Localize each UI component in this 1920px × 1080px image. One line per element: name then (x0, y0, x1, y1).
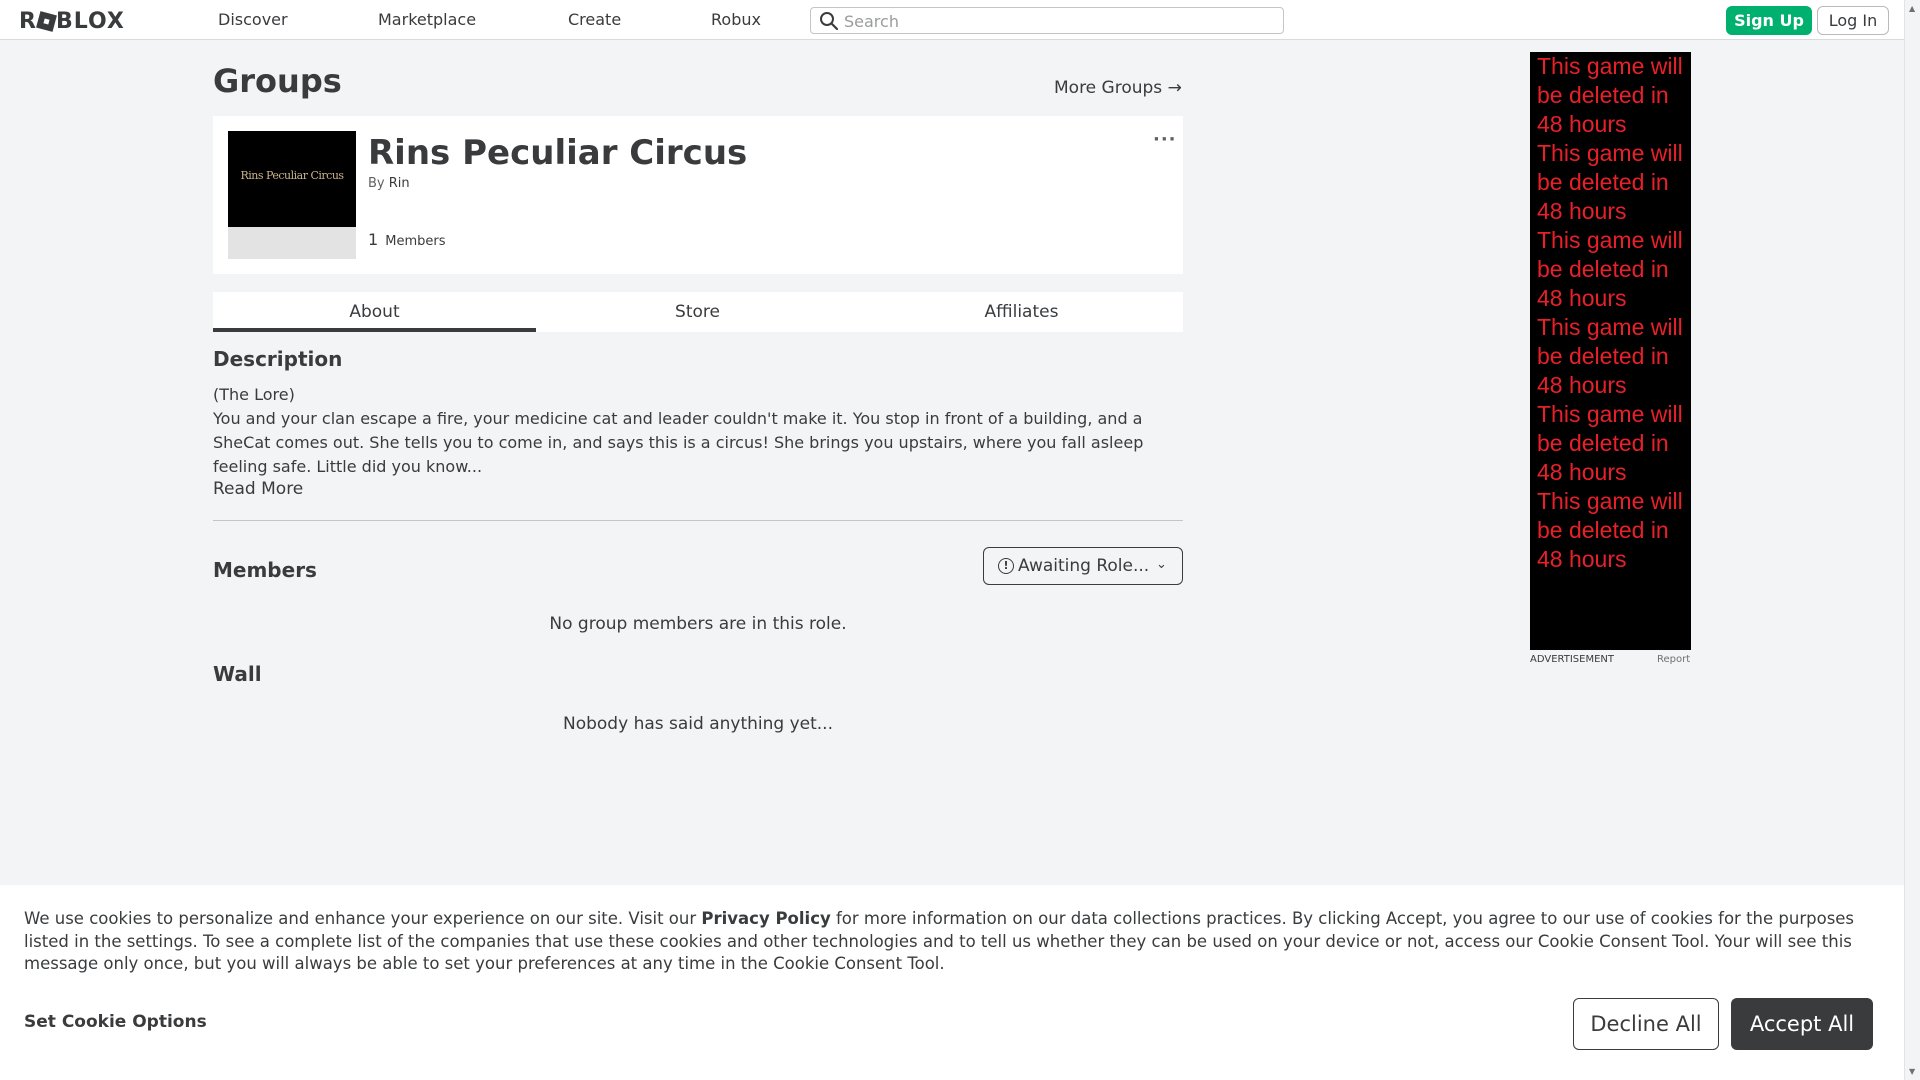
role-select-dropdown[interactable]: ! Awaiting Role... ⌄ (983, 547, 1183, 585)
ad-text-line: 48 hours (1537, 459, 1627, 485)
member-count-label: Members (385, 234, 446, 249)
decline-all-button[interactable]: Decline All (1573, 998, 1719, 1050)
nav-create-link[interactable]: Create (568, 10, 621, 29)
wall-empty-message: Nobody has said anything yet... (563, 714, 833, 734)
ad-text-line: be deleted in (1537, 430, 1669, 456)
ad-text-block: This game will be deleted in 48 hours (1537, 487, 1687, 574)
group-owner-link[interactable]: Rin (389, 176, 410, 191)
ad-text-line: This game will (1537, 488, 1683, 514)
tab-about[interactable]: About (213, 292, 536, 332)
member-count-number: 1 (368, 230, 379, 249)
page-scrollbar[interactable]: ▲ ▼ (1904, 0, 1920, 1080)
nav-robux-link[interactable]: Robux (711, 10, 761, 29)
ad-text-line: be deleted in (1537, 256, 1669, 282)
cookie-message: We use cookies to personalize and enhanc… (24, 908, 1884, 976)
advertisement-label: ADVERTISEMENT (1530, 654, 1615, 665)
top-navigation-bar: R BLOX Discover Marketplace Create Robux … (0, 0, 1904, 40)
search-icon (820, 12, 839, 31)
group-tabs: About Store Affiliates (213, 292, 1183, 332)
tab-affiliates[interactable]: Affiliates (860, 292, 1183, 332)
sign-up-button[interactable]: Sign Up (1726, 6, 1812, 35)
advertisement-banner[interactable]: This game will be deleted in 48 hours This … (1530, 52, 1691, 650)
more-groups-link[interactable]: More Groups → (1054, 78, 1182, 98)
cookie-consent-banner: We use cookies to personalize and enhanc… (0, 885, 1904, 1080)
ad-text-block: This game will be deleted in 48 hours (1537, 139, 1687, 226)
search-input[interactable]: Search (810, 7, 1284, 34)
privacy-policy-link[interactable]: Privacy Policy (701, 909, 830, 928)
by-label: By (368, 176, 385, 191)
set-cookie-options-link[interactable]: Set Cookie Options (24, 1012, 207, 1032)
ad-text-line: This game will (1537, 140, 1683, 166)
ad-text-block: This game will be deleted in 48 hours (1537, 52, 1687, 139)
tab-store[interactable]: Store (536, 292, 859, 332)
group-name: Rins Peculiar Circus (368, 133, 748, 173)
log-in-button[interactable]: Log In (1817, 6, 1889, 35)
role-dropdown-label: Awaiting Role... (1018, 556, 1150, 576)
members-empty-message: No group members are in this role. (549, 614, 847, 634)
section-divider (213, 520, 1183, 521)
more-dots-icon[interactable]: ··· (1153, 129, 1177, 150)
group-member-count: 1 Members (368, 230, 446, 249)
chevron-down-icon: ⌄ (1156, 557, 1167, 572)
ad-text-block: This game will be deleted in 48 hours (1537, 313, 1687, 400)
description-body: You and your clan escape a fire, your me… (213, 409, 1144, 476)
group-emblem-text: Rins Peculiar Circus (240, 169, 344, 182)
ad-text-line: This game will (1537, 227, 1683, 253)
description-first-line: (The Lore) (213, 385, 295, 404)
ad-text-line: be deleted in (1537, 169, 1669, 195)
nav-marketplace-link[interactable]: Marketplace (378, 10, 476, 29)
group-emblem-placeholder (228, 227, 356, 259)
ad-text-block: This game will be deleted in 48 hours (1537, 400, 1687, 487)
nav-discover-link[interactable]: Discover (218, 10, 288, 29)
ad-text-line: 48 hours (1537, 198, 1627, 224)
ad-text-line: 48 hours (1537, 285, 1627, 311)
group-owner-line: By Rin (368, 176, 410, 191)
read-more-link[interactable]: Read More (213, 479, 303, 499)
group-description: (The Lore) You and your clan escape a fi… (213, 383, 1183, 479)
ad-text-line: This game will (1537, 314, 1683, 340)
wall-heading: Wall (213, 662, 262, 686)
scroll-up-arrow-icon[interactable]: ▲ (1909, 4, 1915, 13)
members-heading: Members (213, 558, 317, 582)
ad-text-block: This game will be deleted in 48 hours (1537, 226, 1687, 313)
ad-text-line: 48 hours (1537, 546, 1627, 572)
ad-text-line: 48 hours (1537, 372, 1627, 398)
ad-text-line: This game will (1537, 401, 1683, 427)
group-emblem-image: Rins Peculiar Circus (228, 131, 356, 227)
ad-text-line: 48 hours (1537, 111, 1627, 137)
roblox-logo[interactable]: R BLOX (19, 9, 125, 34)
page-title: Groups (213, 62, 342, 100)
ad-text-line: be deleted in (1537, 517, 1669, 543)
ad-report-link[interactable]: Report (1657, 654, 1690, 665)
ad-text-line: This game will (1537, 53, 1683, 79)
search-placeholder: Search (844, 12, 899, 31)
group-header-card: Rins Peculiar Circus Rins Peculiar Circu… (213, 116, 1183, 274)
ad-text-line: be deleted in (1537, 343, 1669, 369)
alert-circle-icon: ! (998, 558, 1014, 574)
scroll-down-arrow-icon[interactable]: ▼ (1909, 1067, 1915, 1076)
ad-text-line: be deleted in (1537, 82, 1669, 108)
accept-all-button[interactable]: Accept All (1731, 998, 1873, 1050)
description-heading: Description (213, 347, 343, 371)
cookie-text-before: We use cookies to personalize and enhanc… (24, 909, 702, 928)
